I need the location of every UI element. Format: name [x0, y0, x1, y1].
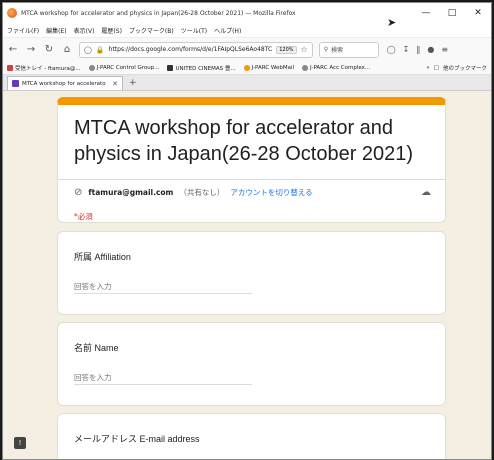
- browser-window: MTCA workshop for accelerator and physic…: [2, 2, 492, 460]
- bookmark-item[interactable]: 受信トレイ - ftamura@...: [7, 64, 81, 72]
- close-icon[interactable]: ✕: [465, 3, 491, 23]
- nav-toolbar: ← → ↻ ⌂ ◯ 🔒 https://docs.google.com/form…: [3, 37, 491, 61]
- menu-history[interactable]: 履歴(S): [101, 26, 122, 35]
- reload-icon[interactable]: ↻: [43, 44, 55, 55]
- forms-icon: [12, 80, 19, 87]
- name-input[interactable]: [74, 371, 252, 385]
- chevron-right-icon[interactable]: »: [426, 65, 429, 71]
- lock-icon[interactable]: 🔒: [96, 46, 105, 54]
- home-icon[interactable]: ⌂: [61, 44, 73, 55]
- back-icon[interactable]: ←: [7, 44, 19, 55]
- menu-view[interactable]: 表示(V): [74, 26, 95, 35]
- bookmark-item[interactable]: J-PARC Control Group...: [88, 64, 159, 71]
- question-label: 名前 Name: [74, 343, 119, 353]
- switch-account-link[interactable]: アカウントを切り替える: [230, 187, 312, 198]
- feedback-icon[interactable]: !: [14, 437, 26, 449]
- required-note: *必須: [74, 212, 93, 221]
- form-title: MTCA workshop for accelerator and physic…: [74, 117, 414, 165]
- menu-icon[interactable]: ≡: [441, 45, 448, 54]
- zoom-level[interactable]: 120%: [276, 45, 297, 54]
- search-box[interactable]: ⚲ 検索: [318, 41, 379, 58]
- question-card-email: メールアドレス E-mail address: [57, 413, 446, 459]
- question-card-name: 名前 Name: [57, 322, 446, 406]
- download-icon[interactable]: ↧: [403, 45, 410, 54]
- question-label: メールアドレス E-mail address: [74, 434, 200, 444]
- tab-mtca-workshop[interactable]: MTCA workshop for accelerato ✕: [7, 76, 123, 90]
- divider: [58, 179, 445, 180]
- bookmark-star-icon[interactable]: ☆: [301, 45, 308, 54]
- menu-bookmarks[interactable]: ブックマーク(B): [129, 26, 174, 35]
- toolbar-icons: ◯ ↧ ‖ ● ≡: [387, 45, 448, 54]
- search-placeholder: 検索: [331, 47, 344, 54]
- forward-icon[interactable]: →: [25, 44, 37, 55]
- bookmark-item[interactable]: J-PARC WebMail: [243, 64, 294, 71]
- search-icon: ⚲: [323, 46, 329, 53]
- form-header-card: MTCA workshop for accelerator and physic…: [57, 97, 446, 223]
- maximize-icon[interactable]: □: [439, 3, 465, 23]
- folder-icon: □: [433, 65, 439, 71]
- url-text[interactable]: https://docs.google.com/forms/d/e/1FAIpQ…: [109, 46, 273, 53]
- close-tab-icon[interactable]: ✕: [112, 80, 118, 88]
- library-icon[interactable]: ‖: [416, 45, 420, 54]
- eye-off-icon: ⊘: [74, 187, 83, 198]
- globe-icon: [302, 64, 309, 71]
- cinema-icon: [167, 64, 174, 71]
- shield-icon[interactable]: ◯: [84, 46, 92, 54]
- page-content: MTCA workshop for accelerator and physic…: [3, 91, 491, 459]
- shared-status: （共有なし）: [179, 188, 225, 197]
- menu-file[interactable]: ファイル(F): [7, 26, 39, 35]
- bookmark-item[interactable]: J-PARC Acc Complex...: [302, 64, 370, 71]
- affiliation-input[interactable]: [74, 280, 252, 294]
- globe-icon: [88, 64, 95, 71]
- other-bookmarks[interactable]: » □ 他のブックマーク: [426, 61, 487, 75]
- window-title: MTCA workshop for accelerator and physic…: [21, 9, 296, 17]
- tab-title: MTCA workshop for accelerato: [22, 80, 106, 87]
- tab-bar: MTCA workshop for accelerato ✕ +: [3, 75, 491, 91]
- firefox-icon: [7, 8, 17, 18]
- window-controls: — □ ✕: [413, 3, 491, 23]
- account-row: ⊘ ftamura@gmail.com （共有なし） アカウントを切り替える: [74, 187, 313, 198]
- account-email: ftamura@gmail.com: [88, 188, 174, 197]
- other-bookmarks-label: 他のブックマーク: [442, 66, 487, 72]
- cloud-icon: ☁: [421, 187, 431, 198]
- mail-icon: [243, 64, 250, 71]
- url-bar[interactable]: ◯ 🔒 https://docs.google.com/forms/d/e/1F…: [79, 41, 313, 58]
- question-card-affiliation: 所属 Affiliation: [57, 231, 446, 315]
- gmail-icon: [7, 64, 13, 71]
- question-label: 所属 Affiliation: [74, 252, 131, 262]
- menu-help[interactable]: ヘルプ(H): [214, 26, 241, 35]
- minimize-icon[interactable]: —: [413, 3, 439, 23]
- menu-bar: ファイル(F) 編集(E) 表示(V) 履歴(S) ブックマーク(B) ツール(…: [3, 23, 491, 37]
- menu-edit[interactable]: 編集(E): [46, 26, 66, 35]
- bookmark-item[interactable]: UNITED CINEMAS 豊...: [167, 64, 236, 72]
- new-tab-icon[interactable]: +: [129, 78, 137, 90]
- bookmarks-bar: 受信トレイ - ftamura@... J-PARC Control Group…: [3, 61, 491, 75]
- mouse-cursor-icon: ➤: [387, 16, 397, 29]
- account-icon[interactable]: ●: [427, 45, 434, 54]
- pocket-icon[interactable]: ◯: [387, 45, 396, 54]
- menu-tools[interactable]: ツール(T): [181, 26, 207, 35]
- title-bar: MTCA workshop for accelerator and physic…: [3, 3, 491, 23]
